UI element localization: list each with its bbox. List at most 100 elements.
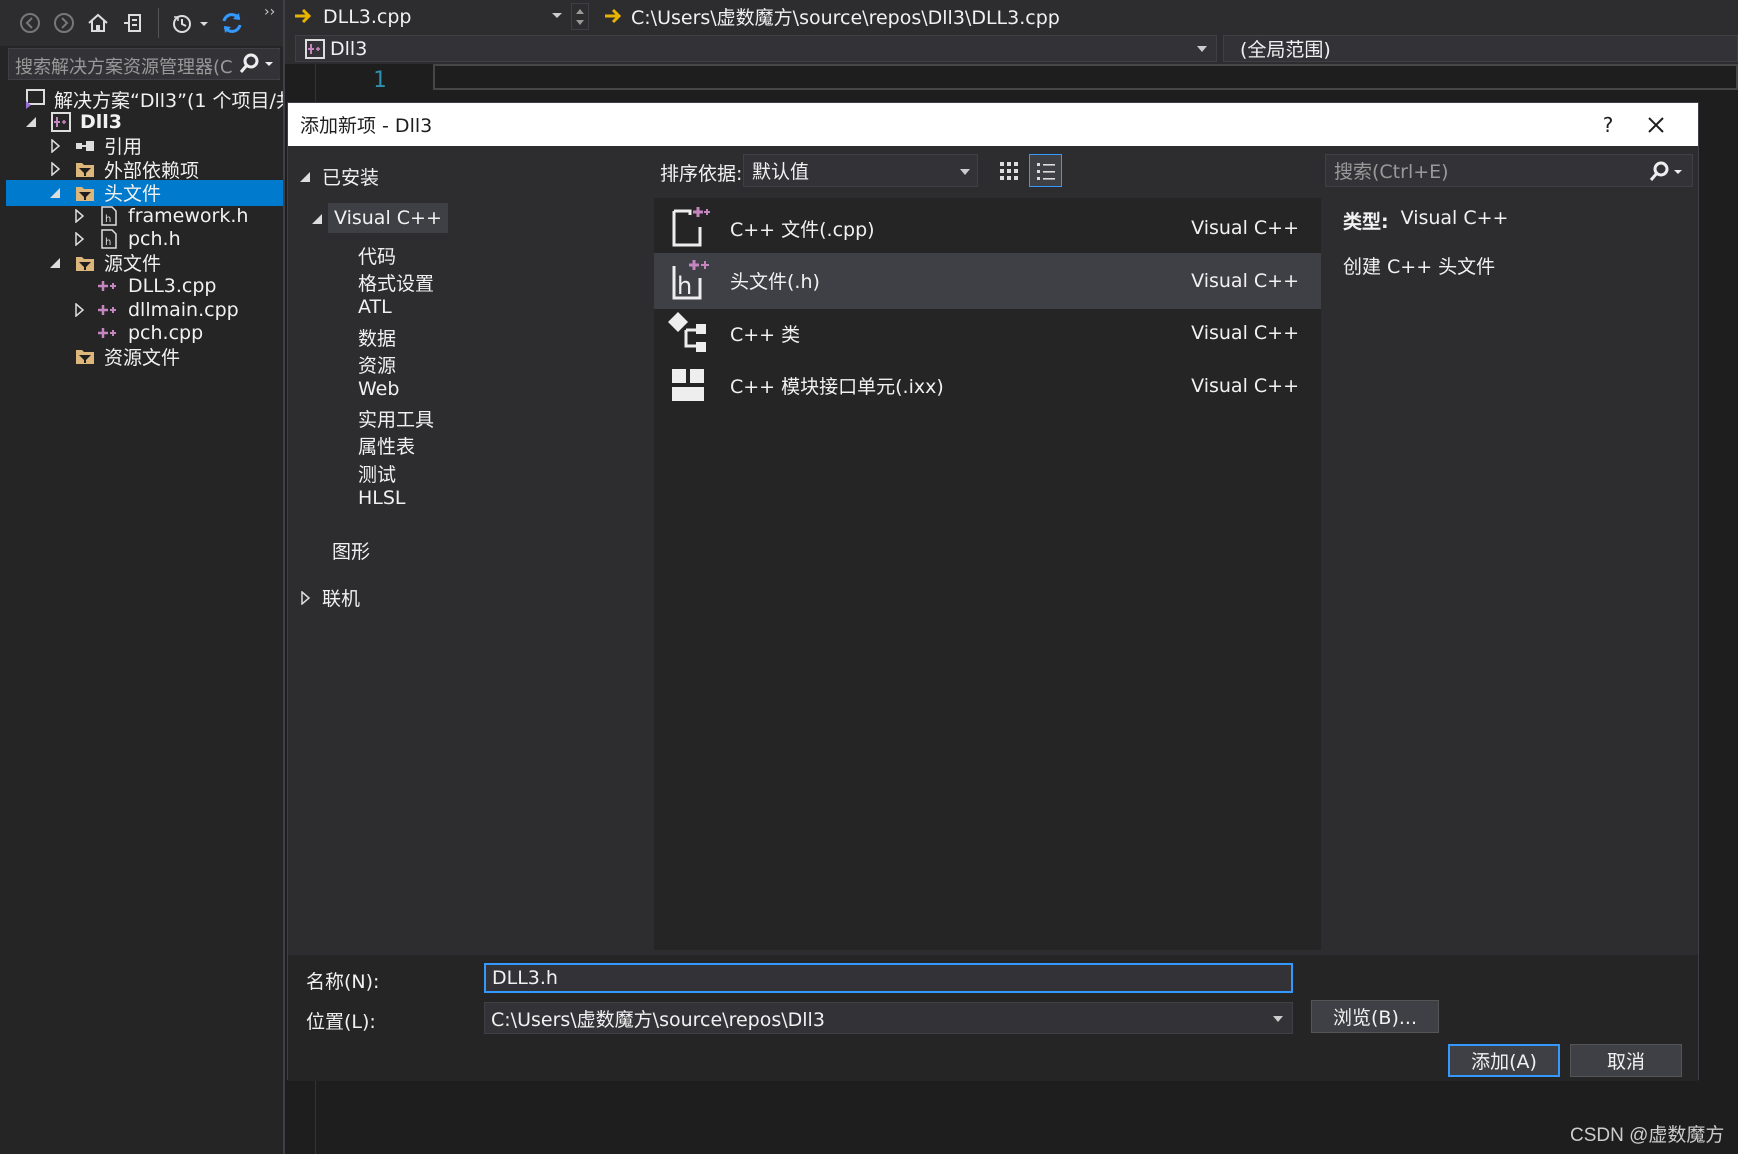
- scope-dropdown[interactable]: (全局范围): [1223, 35, 1738, 62]
- subcategory-item[interactable]: ATL: [358, 296, 392, 318]
- collapsed-arrow-icon[interactable]: [72, 302, 86, 317]
- file-dropdown-chevron-icon[interactable]: [551, 9, 563, 21]
- location-dropdown[interactable]: C:\Users\虚数魔方\source\repos\Dll3: [484, 1002, 1293, 1034]
- category-graphics[interactable]: 图形: [332, 537, 370, 564]
- refresh-icon[interactable]: [218, 9, 246, 37]
- category-visual-cpp[interactable]: Visual C++: [328, 203, 448, 233]
- tree-item[interactable]: Dll3: [6, 109, 283, 135]
- template-item[interactable]: C++ 文件(.cpp) Visual C++: [654, 200, 1321, 256]
- subcategory-item[interactable]: 测试: [358, 460, 396, 487]
- file-path: C:\Users\虚数魔方\source\repos\Dll3\DLL3.cpp: [631, 3, 1060, 30]
- expanded-arrow-icon[interactable]: [48, 186, 62, 200]
- tree-item-label: DLL3.cpp: [128, 275, 217, 298]
- tree-item[interactable]: pch.cpp: [6, 320, 283, 346]
- path-arrow-icon: [603, 5, 625, 27]
- sort-dropdown-value: 默认值: [752, 161, 810, 183]
- template-search-input[interactable]: 搜索(Ctrl+E): [1325, 154, 1693, 187]
- tree-item[interactable]: h pch.h: [6, 226, 283, 252]
- expanded-arrow-icon: [300, 171, 310, 182]
- tree-item[interactable]: 引用: [6, 133, 283, 159]
- forward-icon[interactable]: [50, 9, 78, 37]
- project-dropdown[interactable]: Dll3: [295, 35, 1217, 62]
- file-stepper[interactable]: [571, 3, 589, 30]
- subcategory-item[interactable]: Web: [358, 378, 399, 400]
- module-interface-template-icon: [664, 361, 714, 411]
- tree-item-label: 解决方案“Dll3”(1 个项目/共: [54, 89, 283, 112]
- browse-button[interactable]: 浏览(B)...: [1311, 1000, 1439, 1033]
- tree-item[interactable]: 解决方案“Dll3”(1 个项目/共: [6, 86, 283, 112]
- template-item[interactable]: h 头文件(.h) Visual C++: [654, 252, 1321, 309]
- pending-changes-icon[interactable]: [168, 9, 212, 37]
- search-icon[interactable]: [1648, 161, 1686, 183]
- cpp-project-icon: [50, 111, 72, 133]
- toolbar-overflow-icon[interactable]: ››: [264, 4, 275, 20]
- filter-folder-icon: [74, 158, 96, 180]
- file-dropdown-value: DLL3.cpp: [323, 5, 412, 28]
- tree-item[interactable]: 资源文件: [6, 343, 283, 369]
- list-view-button[interactable]: [1029, 154, 1062, 187]
- switch-views-icon[interactable]: [118, 9, 146, 37]
- solution-search-button[interactable]: [236, 50, 280, 78]
- tree-item[interactable]: 头文件: [6, 179, 283, 206]
- template-details: 类型: Visual C++ 创建 C++ 头文件: [1325, 198, 1693, 950]
- editor-navigation-bar: Dll3 (全局范围): [285, 32, 1738, 64]
- cpp-file-icon: [98, 275, 120, 297]
- chevron-down-icon: [960, 169, 970, 175]
- name-input[interactable]: DLL3.h: [484, 963, 1293, 993]
- category-visual-cpp-label: Visual C++: [334, 207, 442, 229]
- grid-view-icon: [999, 161, 1018, 180]
- cancel-button[interactable]: 取消: [1570, 1044, 1682, 1077]
- tree-item-label: 引用: [104, 136, 143, 159]
- visual-cpp-expanded-arrow-icon[interactable]: [310, 212, 324, 226]
- close-icon: [1648, 116, 1664, 133]
- file-dropdown[interactable]: DLL3.cpp: [323, 3, 523, 30]
- project-dropdown-value: Dll3: [330, 37, 368, 60]
- subcategory-item[interactable]: 实用工具: [358, 405, 434, 432]
- subcategory-item[interactable]: 格式设置: [358, 269, 434, 296]
- collapsed-arrow-icon[interactable]: [72, 232, 86, 247]
- category-online-label: 联机: [322, 588, 361, 610]
- cpp-file-template-icon: [664, 203, 714, 253]
- subcategory-item[interactable]: 属性表: [358, 432, 415, 459]
- category-installed[interactable]: 已安装: [298, 163, 379, 190]
- category-online[interactable]: 联机: [298, 584, 360, 611]
- add-button[interactable]: 添加(A): [1448, 1044, 1560, 1077]
- close-button[interactable]: [1633, 103, 1679, 146]
- header-file-template-icon: h: [664, 256, 714, 306]
- subcategory-item[interactable]: 代码: [358, 242, 396, 269]
- add-new-item-dialog: 添加新项 - Dll3 ? 已安装 Visual C++ 代码 格式设置 ATL 数据…: [287, 102, 1699, 1081]
- expanded-arrow-icon[interactable]: [24, 115, 38, 129]
- cpp-class-template-icon: [664, 308, 714, 358]
- sort-dropdown[interactable]: 默认值: [743, 154, 978, 187]
- subcategory-item[interactable]: HLSL: [358, 487, 406, 509]
- chevron-down-icon: [1273, 1016, 1283, 1022]
- dialog-title-bar: 添加新项 - Dll3: [288, 103, 1698, 146]
- help-button[interactable]: ?: [1588, 103, 1628, 146]
- template-item[interactable]: C++ 模块接口单元(.ixx) Visual C++: [654, 358, 1321, 414]
- tree-item[interactable]: 外部依赖项: [6, 156, 283, 182]
- svg-text:h: h: [105, 237, 111, 248]
- subcategory-item[interactable]: 资源: [358, 351, 396, 378]
- collapsed-arrow-icon[interactable]: [72, 209, 86, 223]
- small-icons-view-button[interactable]: [992, 154, 1025, 187]
- home-icon[interactable]: [84, 9, 112, 37]
- name-input-value: DLL3.h: [492, 967, 558, 989]
- tree-item[interactable]: DLL3.cpp: [6, 273, 283, 299]
- template-description: 创建 C++ 头文件: [1343, 256, 1496, 278]
- location-dropdown-value: C:\Users\虚数魔方\source\repos\Dll3: [491, 1008, 825, 1031]
- template-item[interactable]: C++ 类 Visual C++: [654, 305, 1321, 361]
- down-arrow-icon: [576, 19, 584, 25]
- expanded-arrow-icon[interactable]: [48, 256, 62, 270]
- tree-item[interactable]: 源文件: [6, 250, 283, 276]
- back-icon[interactable]: [16, 9, 44, 37]
- tree-item[interactable]: h framework.h: [6, 203, 283, 229]
- svg-text:h: h: [105, 214, 111, 225]
- collapsed-arrow-icon[interactable]: [48, 138, 62, 153]
- tree-item[interactable]: dllmain.cpp: [6, 297, 283, 323]
- template-language: Visual C++: [1191, 322, 1299, 344]
- cpp-file-icon: [98, 322, 120, 344]
- collapsed-arrow-icon[interactable]: [48, 162, 62, 177]
- subcategory-item[interactable]: 数据: [358, 324, 396, 351]
